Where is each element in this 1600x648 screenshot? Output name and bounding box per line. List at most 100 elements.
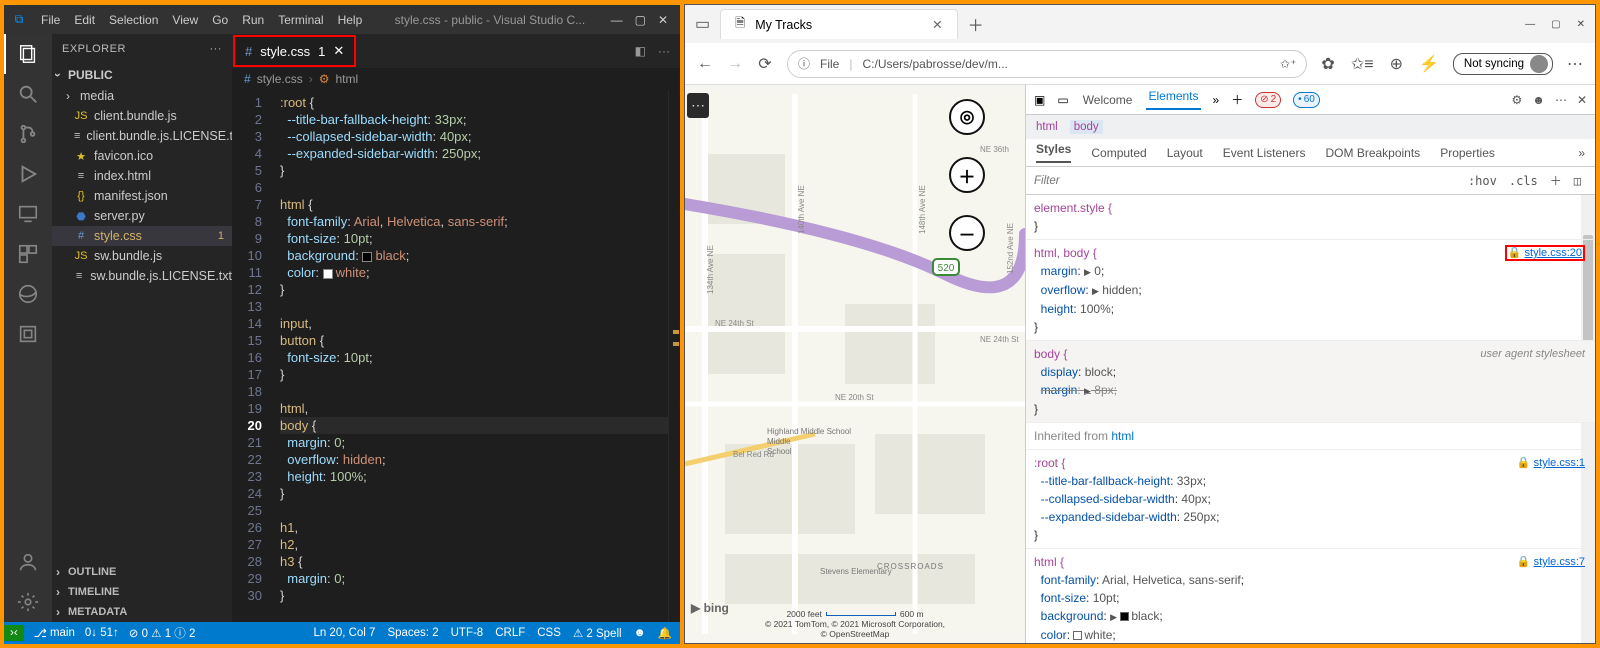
css-rule[interactable]: 🔒 style.css:7html { font-family: Arial, … — [1026, 549, 1595, 643]
explorer-icon[interactable] — [4, 34, 52, 74]
status-bar[interactable]: ›‹ ⎇ main 0↓ 51↑ ⊘ 0 ⚠ 1 ⓘ 2 Ln 20, Col … — [4, 622, 680, 644]
file-index.html[interactable]: ≡index.html — [52, 166, 232, 186]
extensions-icon[interactable] — [4, 234, 52, 274]
tab-close-icon[interactable]: ✕ — [333, 43, 344, 59]
notifications-icon[interactable]: 🔔 — [658, 626, 672, 640]
browser-tabstrip[interactable]: ▭ 🗎 My Tracks ✕ ＋ — ▢ ✕ — [685, 5, 1595, 43]
devtools-more-icon[interactable]: ⋯ — [1555, 93, 1567, 107]
error-count[interactable]: ⊘ 2 — [1255, 92, 1281, 108]
css-rule[interactable]: element.style {} — [1026, 195, 1595, 240]
folder-root[interactable]: PUBLIC — [52, 64, 232, 86]
menu-help[interactable]: Help — [338, 13, 363, 27]
file-client.bundle.js.LICENSE.txt[interactable]: ≡client.bundle.js.LICENSE.txt — [52, 126, 232, 146]
indent[interactable]: Spaces: 2 — [387, 627, 438, 639]
file-manifest.json[interactable]: {}manifest.json — [52, 186, 232, 206]
address-bar[interactable]: ⓘ File | C:/Users/pabrosse/dev/m... ✩⁺ — [787, 50, 1307, 78]
hov-toggle[interactable]: :hov — [1462, 174, 1503, 188]
device-icon[interactable]: ▭ — [1057, 93, 1068, 107]
favorites-icon[interactable]: ✩≡ — [1351, 54, 1374, 74]
edge-icon[interactable] — [4, 274, 52, 314]
file-favicon.ico[interactable]: ★favicon.ico — [52, 146, 232, 166]
map-sidebar-icon[interactable]: ⋯ — [687, 93, 709, 118]
search-icon[interactable] — [4, 74, 52, 114]
browser-tab[interactable]: 🗎 My Tracks ✕ — [720, 9, 958, 39]
file-server.py[interactable]: ⬣server.py — [52, 206, 232, 226]
styles-tab[interactable]: Styles — [1036, 142, 1071, 163]
add-icon[interactable]: ＋ — [1231, 91, 1243, 108]
dom-breadcrumb[interactable]: html body — [1026, 115, 1595, 139]
accounts-icon[interactable] — [4, 542, 52, 582]
run-debug-icon[interactable] — [4, 154, 52, 194]
feedback-icon[interactable]: ☻ — [1532, 93, 1545, 107]
editor-more-icon[interactable]: ··· — [658, 44, 670, 58]
devtools-settings-icon[interactable]: ⚙ — [1512, 93, 1523, 107]
extension-icon[interactable]: ✿ — [1321, 54, 1334, 74]
cls-toggle[interactable]: .cls — [1503, 174, 1544, 188]
menu-run[interactable]: Run — [242, 13, 264, 27]
css-rule[interactable]: 🔒 style.css:20html, body { margin: ▶ 0; … — [1026, 240, 1595, 341]
live-preview-icon[interactable] — [4, 314, 52, 354]
minimize-icon[interactable]: — — [1525, 19, 1535, 30]
new-rule-icon[interactable]: ＋ — [1544, 172, 1568, 189]
map-view[interactable]: 520 140th Ave NE 148th Ave NE 134th Ave … — [685, 85, 1025, 643]
menu-selection[interactable]: Selection — [109, 13, 158, 27]
cursor-position[interactable]: Ln 20, Col 7 — [313, 627, 375, 639]
more-panes-icon[interactable]: » — [1578, 146, 1585, 160]
vscode-titlebar[interactable]: ⧉ FileEditSelectionViewGoRunTerminalHelp… — [4, 4, 680, 34]
spell[interactable]: ⚠ 2 Spell — [573, 626, 622, 640]
vscode-menubar[interactable]: File Edit Selection View Go Run Terminal Help — [34, 13, 369, 27]
locate-icon[interactable]: ◎ — [949, 99, 985, 135]
git-sync[interactable]: 0↓ 51↑ — [85, 627, 119, 639]
git-branch[interactable]: ⎇ main — [34, 626, 75, 640]
layout-tab[interactable]: Layout — [1167, 146, 1203, 160]
section-metadata[interactable]: METADATA — [52, 602, 232, 622]
problems[interactable]: ⊘ 0 ⚠ 1 ⓘ 2 — [129, 625, 196, 641]
editor-tab[interactable]: # style.css 1 ✕ — [233, 35, 356, 67]
settings-more-icon[interactable]: ⋯ — [1567, 54, 1583, 74]
menu-edit[interactable]: Edit — [74, 13, 95, 27]
info-count[interactable]: • 60 — [1293, 92, 1320, 108]
split-editor-icon[interactable]: ◧ — [635, 44, 646, 58]
file-media[interactable]: media — [52, 86, 232, 106]
menu-file[interactable]: File — [41, 13, 60, 27]
dom-breakpoints-tab[interactable]: DOM Breakpoints — [1325, 146, 1420, 160]
eol[interactable]: CRLF — [495, 627, 525, 639]
maximize-icon[interactable]: ▢ — [635, 13, 646, 27]
performance-icon[interactable]: ⚡ — [1419, 54, 1439, 74]
css-rule[interactable]: Inherited from html — [1026, 423, 1595, 450]
styles-pane[interactable]: element.style {}🔒 style.css:20html, body… — [1026, 195, 1595, 643]
menu-terminal[interactable]: Terminal — [278, 13, 323, 27]
explorer-more-icon[interactable]: ··· — [210, 43, 223, 55]
file-sw.bundle.js[interactable]: JSsw.bundle.js — [52, 246, 232, 266]
minimap[interactable] — [668, 90, 680, 622]
minimize-icon[interactable]: — — [611, 13, 623, 27]
back-icon[interactable]: ← — [697, 55, 713, 73]
favorite-icon[interactable]: ✩⁺ — [1280, 57, 1296, 71]
filter-input[interactable] — [1034, 175, 1462, 187]
css-rule[interactable]: user agent stylesheetbody { display: blo… — [1026, 341, 1595, 423]
file-sw.bundle.js.LICENSE.txt[interactable]: ≡sw.bundle.js.LICENSE.txt — [52, 266, 232, 286]
breadcrumb[interactable]: # style.css › ⚙ html — [232, 68, 680, 90]
maximize-icon[interactable]: ▢ — [1551, 19, 1560, 30]
devtools-tab-elements[interactable]: Elements — [1146, 89, 1200, 110]
file-style.css[interactable]: #style.css1 — [52, 226, 232, 246]
collections-icon[interactable]: ⊕ — [1390, 54, 1403, 74]
close-icon[interactable]: ✕ — [658, 13, 668, 27]
properties-tab[interactable]: Properties — [1440, 146, 1495, 160]
lang-mode[interactable]: CSS — [537, 627, 561, 639]
close-icon[interactable]: ✕ — [1577, 19, 1585, 30]
tab-actions-icon[interactable]: ▭ — [695, 14, 710, 34]
encoding[interactable]: UTF-8 — [451, 627, 484, 639]
menu-go[interactable]: Go — [212, 13, 228, 27]
menu-view[interactable]: View — [172, 13, 198, 27]
file-client.bundle.js[interactable]: JSclient.bundle.js — [52, 106, 232, 126]
inspect-icon[interactable]: ▣ — [1034, 93, 1045, 107]
section-outline[interactable]: OUTLINE — [52, 562, 232, 582]
source-control-icon[interactable] — [4, 114, 52, 154]
devtools-close-icon[interactable]: ✕ — [1577, 93, 1587, 107]
css-rule[interactable]: 🔒 style.css:1:root { --title-bar-fallbac… — [1026, 450, 1595, 549]
zoom-in-icon[interactable]: ＋ — [949, 157, 985, 193]
feedback-icon[interactable]: ☻ — [634, 627, 646, 639]
site-info-icon[interactable]: ⓘ — [798, 55, 810, 72]
code-editor[interactable]: 1234567891011121314151617181920212223242… — [232, 90, 680, 622]
